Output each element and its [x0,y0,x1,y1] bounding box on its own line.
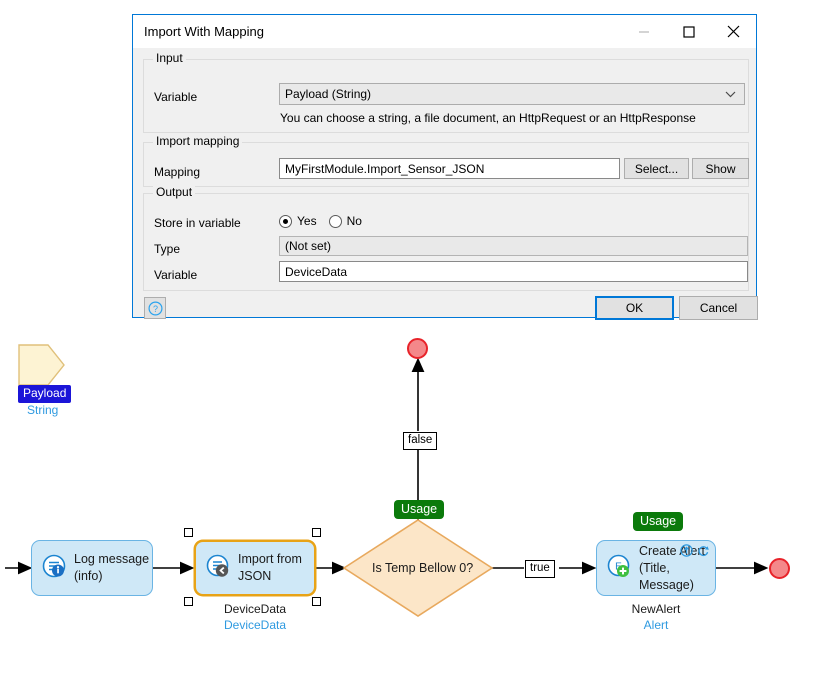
output-type-value: (Not set) [285,239,332,253]
dialog-body: Input Variable Payload (String) You can … [134,48,758,320]
input-variable-value: Payload (String) [285,87,372,101]
activity-log-message[interactable]: Log message (info) [31,540,153,596]
selection-handle-top-left[interactable] [184,528,193,537]
create-alert-line1: Create Alert [639,543,706,558]
payload-parameter-shape[interactable] [18,344,66,389]
payload-type-label: String [27,403,59,417]
show-button-label: Show [705,161,736,176]
dialog-titlebar[interactable]: Import With Mapping [133,15,756,48]
select-button-label: Select... [634,161,679,176]
mapping-value: MyFirstModule.Import_Sensor_JSON [285,161,485,176]
commit-icon[interactable] [680,544,693,560]
import-json-caption-type: DeviceData [223,618,287,632]
radio-checked-icon [279,214,292,228]
ok-button[interactable]: OK [595,296,674,320]
usage-badge-create-alert[interactable]: Usage [633,512,684,531]
close-button[interactable] [711,15,756,48]
import-json-caption: DeviceData [223,602,287,616]
microflow-canvas: Payload String false Usage Is Temp Bello… [0,324,829,689]
activity-log-message-text: Log message (info) [74,551,149,585]
create-alert-caption-wrap: NewAlert Alert [596,602,716,632]
store-no-label: No [346,214,362,228]
selection-handle-bottom-left[interactable] [184,597,193,606]
import-json-line1: Import from [238,552,302,566]
help-icon: ? [147,300,163,316]
refresh-icon[interactable] [697,544,710,560]
create-alert-caption-type: Alert [643,618,669,632]
import-mapping-group-legend: Import mapping [153,135,243,148]
output-group-legend: Output [153,186,196,199]
end-event-true[interactable] [769,558,790,579]
activity-import-from-json[interactable]: Import from JSON [194,540,316,596]
minimize-button[interactable] [621,15,666,48]
import-from-json-icon [206,554,231,582]
import-with-mapping-dialog: Import With Mapping Input Variable Paylo… [132,14,758,320]
radio-unchecked-icon [328,214,342,228]
create-alert-caption: NewAlert [631,602,681,616]
select-button[interactable]: Select... [624,158,689,179]
svg-text:?: ? [152,304,157,314]
mapping-input[interactable]: MyFirstModule.Import_Sensor_JSON [279,158,620,179]
output-variable-label: Variable [154,268,198,282]
parameter-icon [18,344,65,386]
window-controls [621,15,756,48]
log-message-icon [42,554,67,582]
mapping-label: Mapping [154,165,201,179]
output-variable-value: DeviceData [285,264,348,279]
store-yes-label: Yes [297,214,317,228]
log-message-line2: (info) [74,569,103,583]
create-alert-icon: E [607,554,632,582]
output-variable-input[interactable]: DeviceData [279,261,748,282]
chevron-down-icon [725,87,736,101]
selection-handle-top-right[interactable] [312,528,321,537]
store-in-variable-radios: Yes No [279,214,362,228]
output-type-field: (Not set) [279,236,748,256]
end-event-false[interactable] [407,338,428,359]
import-json-line2: JSON [238,569,272,583]
output-type-label: Type [154,242,181,256]
edge-label-false[interactable]: false [403,432,438,450]
store-no-radio[interactable]: No [328,214,362,228]
log-message-line1: Log message [74,552,150,566]
maximize-button[interactable] [666,15,711,48]
edge-label-true[interactable]: true [525,560,555,578]
decision-label: Is Temp Bellow 0? [372,561,474,575]
payload-name-label: Payload [18,385,72,403]
cancel-button-label: Cancel [699,301,738,315]
input-group-legend: Input [153,52,186,65]
usage-badge-decision[interactable]: Usage [394,500,445,519]
create-alert-line2: (Title, Message) [639,560,694,592]
ok-button-label: OK [625,301,644,315]
store-yes-radio[interactable]: Yes [279,214,317,228]
activity-create-alert[interactable]: E Create Alert (Title, Message) [596,540,716,596]
input-variable-combobox[interactable]: Payload (String) [279,83,745,105]
store-in-variable-label: Store in variable [154,216,241,230]
cancel-button[interactable]: Cancel [679,296,758,320]
input-variable-label: Variable [154,90,198,104]
input-variable-hint: You can choose a string, a file document… [280,111,696,125]
import-json-caption-wrap: DeviceData DeviceData [194,602,316,632]
show-button[interactable]: Show [692,158,749,179]
dialog-title: Import With Mapping [144,24,264,39]
activity-import-from-json-text: Import from JSON [238,551,302,585]
help-button[interactable]: ? [144,297,166,319]
